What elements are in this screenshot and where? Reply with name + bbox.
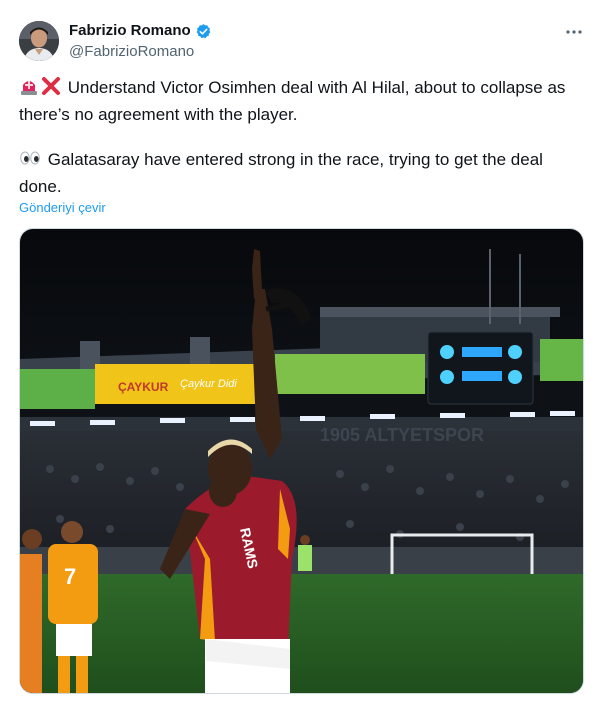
- verified-badge-icon: [195, 23, 212, 40]
- author-name[interactable]: Fabrizio Romano: [69, 22, 191, 40]
- eyes-emoji-icon: [19, 148, 41, 175]
- police-light-emoji-icon: [19, 76, 39, 103]
- avatar[interactable]: [19, 21, 59, 61]
- ad-board-text-2: Çaykur Didi: [180, 378, 237, 390]
- tweet-paragraph-2: Galatasaray have entered strong in the r…: [19, 148, 589, 199]
- pitch: [20, 574, 583, 693]
- tweet-paragraph-2-text: Galatasaray have entered strong in the r…: [19, 150, 543, 196]
- author-handle[interactable]: @FabrizioRomano: [69, 43, 194, 61]
- background-player: [298, 535, 312, 571]
- cross-mark-emoji-icon: [41, 76, 61, 103]
- teammate-number: 7: [64, 564, 76, 589]
- tweet-paragraph-1-text: Understand Victor Osimhen deal with Al H…: [19, 78, 566, 124]
- stand-lettering: 1905 ALTYETSPOR: [320, 425, 484, 445]
- more-options-icon[interactable]: [563, 24, 585, 40]
- author-name-row: Fabrizio Romano: [69, 22, 212, 40]
- scoreboard: [427, 331, 534, 405]
- translate-post-link[interactable]: Gönderiyi çevir: [19, 200, 106, 216]
- tweet-paragraph-1: Understand Victor Osimhen deal with Al H…: [19, 76, 589, 127]
- tweet-media-image[interactable]: ÇAYKUR Çaykur Didi 1905 ALTYETSPOR 7 RAM…: [19, 228, 584, 694]
- teammates: 7: [20, 521, 98, 693]
- ad-board-text-1: ÇAYKUR: [118, 380, 169, 394]
- tweet-card: Fabrizio Romano @FabrizioRomano Understa…: [0, 0, 604, 702]
